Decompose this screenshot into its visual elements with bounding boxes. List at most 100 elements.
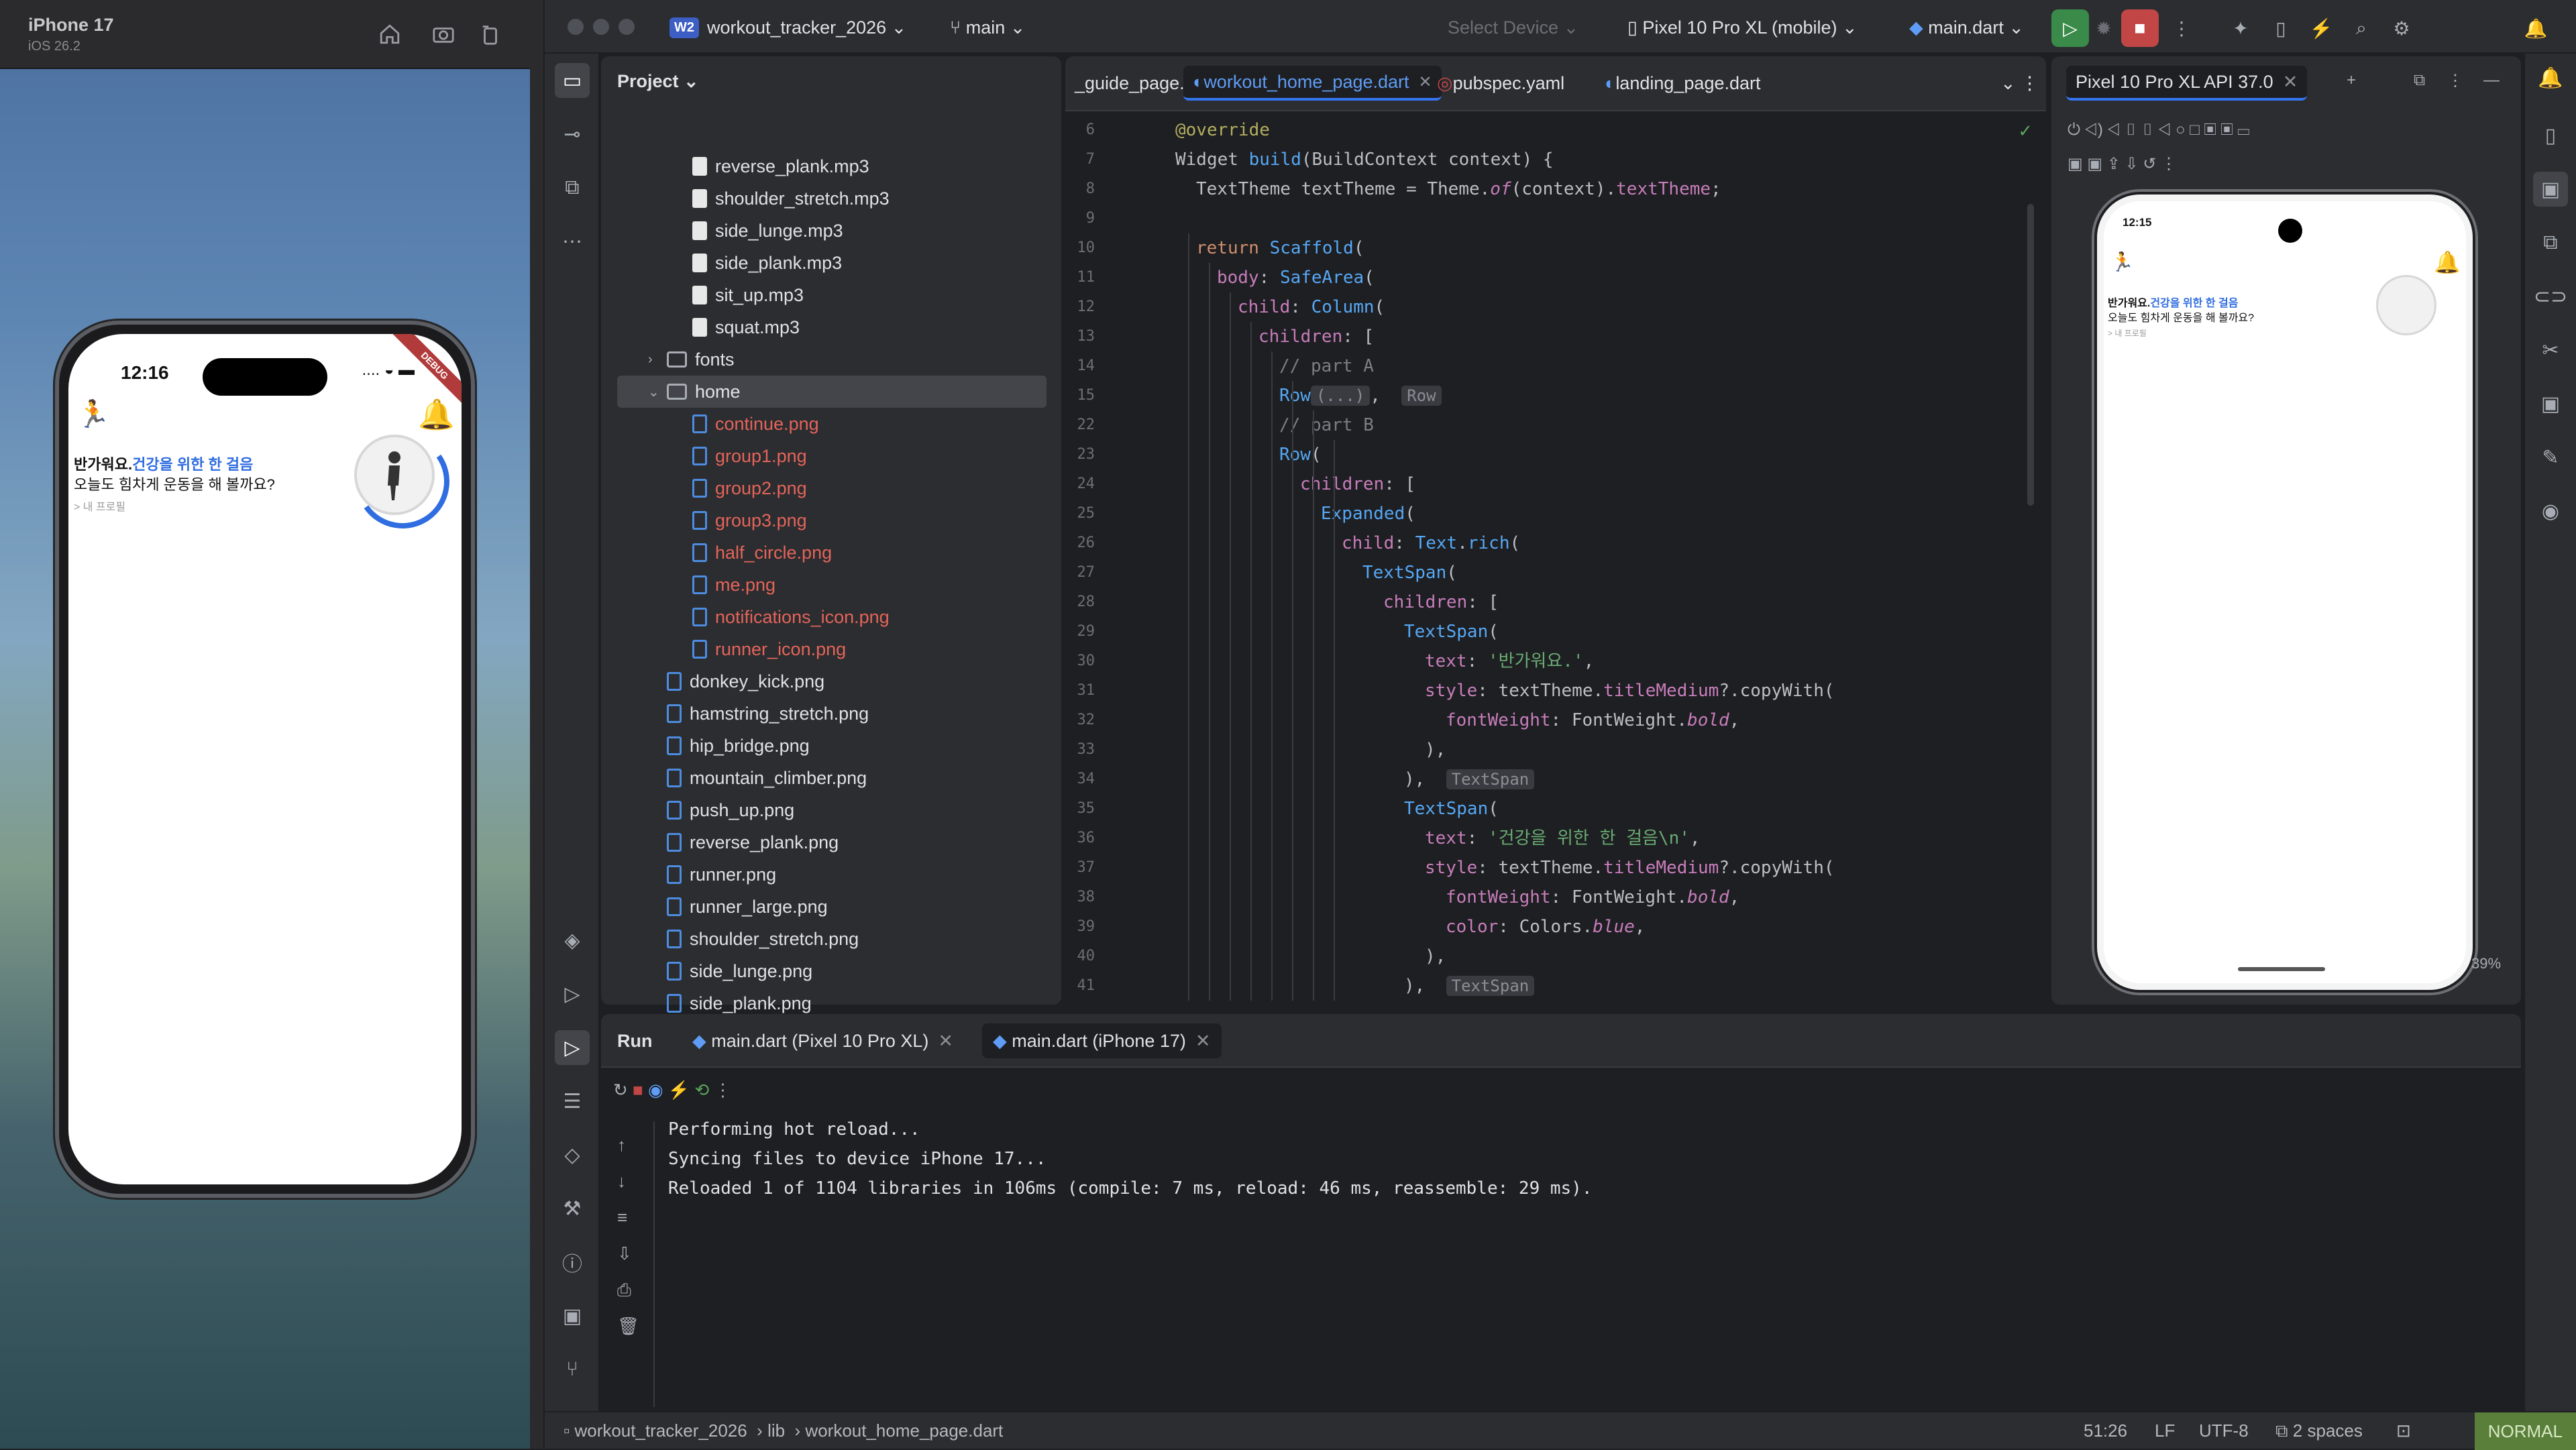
code-line[interactable]: child: Text.rich(	[1342, 528, 1520, 558]
code-line[interactable]: // part B	[1279, 410, 1374, 440]
code-line[interactable]: TextSpan(	[1362, 558, 1457, 588]
scroll-end-icon[interactable]: ⇩	[617, 1243, 632, 1264]
tree-item[interactable]: side_lunge.png	[601, 955, 1061, 987]
indent-setting[interactable]: ⧉ 2 spaces	[2275, 1420, 2363, 1442]
gallery-icon[interactable]: ▣	[2533, 386, 2568, 421]
avatar[interactable]	[2376, 275, 2436, 335]
project-tool-icon[interactable]: ▭	[555, 63, 590, 98]
runner-icon[interactable]: 🏃	[76, 398, 110, 430]
project-panel-title[interactable]: Project ⌄	[617, 71, 699, 92]
popout-icon[interactable]: ⧉	[2414, 71, 2425, 90]
chevron-icon[interactable]: ›	[648, 352, 661, 368]
print-icon[interactable]: ⎙	[617, 1280, 631, 1301]
breadcrumb-lib[interactable]: lib	[767, 1420, 785, 1441]
commit-tool-icon[interactable]: ⊸	[555, 117, 590, 152]
tree-item[interactable]: continue.png	[601, 408, 1061, 440]
code-line[interactable]: @override	[1175, 115, 1270, 145]
tree-item[interactable]: runner.png	[601, 858, 1061, 891]
debug-icon[interactable]: ✹	[2085, 9, 2123, 47]
tab-overflow-icon[interactable]: ⌄ ⋮	[1991, 66, 2046, 101]
close-icon[interactable]: ✕	[938, 1031, 953, 1052]
close-icon[interactable]: ✕	[1195, 1031, 1211, 1052]
editor-scrollbar[interactable]	[2027, 204, 2034, 506]
code-line[interactable]: Row(	[1279, 440, 1322, 469]
code-line[interactable]: color: Colors.blue,	[1446, 912, 1645, 942]
search-icon[interactable]: ⌕	[2343, 9, 2380, 47]
device-explorer-icon[interactable]: ▯	[2533, 118, 2568, 153]
more-tools-icon[interactable]: ⋯	[555, 224, 590, 259]
code-line[interactable]: child: Column(	[1238, 292, 1385, 322]
settings-icon[interactable]: ⚙	[2383, 9, 2420, 47]
flutter-inspector-icon[interactable]: ◈	[555, 923, 590, 958]
code-line[interactable]: body: SafeArea(	[1217, 263, 1375, 292]
edit-icon[interactable]: ✎	[2533, 440, 2568, 475]
code-line[interactable]: text: '반가워요.',	[1425, 647, 1594, 676]
notifications-icon[interactable]: 🔔	[2517, 9, 2555, 47]
tree-item[interactable]: reverse_plank.png	[601, 826, 1061, 858]
code-line[interactable]: ), TextSpan	[1404, 765, 1535, 794]
my-profile-link[interactable]: > 내 프로필	[2108, 327, 2147, 339]
inspector-icon[interactable]: ◉	[2533, 494, 2568, 528]
code-line[interactable]: children: [	[1258, 322, 1374, 351]
code-line[interactable]: TextTheme textTheme = Theme.of(context).…	[1196, 174, 1721, 204]
minimize-icon[interactable]: —	[2483, 71, 2500, 90]
notifications-icon[interactable]: 🔔	[2533, 60, 2568, 95]
scroll-down-icon[interactable]: ↓	[617, 1171, 626, 1192]
code-line[interactable]: ),	[1425, 735, 1446, 765]
editor-tab[interactable]: ◐ landing_page.dart	[1595, 66, 1770, 101]
code-line[interactable]: fontWeight: FontWeight.bold,	[1446, 883, 1739, 912]
structure-tool-icon[interactable]: ⧉	[555, 170, 590, 205]
tree-item[interactable]: ⌄ home	[617, 376, 1046, 408]
device-manager-icon[interactable]: ▯	[2262, 9, 2300, 47]
tree-item[interactable]: mountain_climber.png	[601, 762, 1061, 794]
code-line[interactable]: style: textTheme.titleMedium?.copyWith(	[1425, 676, 1835, 706]
runner-icon[interactable]: 🏃	[2110, 251, 2134, 273]
run-tab-pixel[interactable]: ◆ main.dart (Pixel 10 Pro XL) ✕	[682, 1023, 964, 1058]
code-line[interactable]: ),	[1425, 942, 1446, 971]
tree-item[interactable]: squat.mp3	[601, 311, 1061, 343]
tree-item[interactable]: side_lunge.mp3	[601, 215, 1061, 247]
tree-item[interactable]: › fonts	[601, 343, 1061, 376]
code-line[interactable]: ), TextSpan	[1404, 971, 1535, 1001]
code-line[interactable]: Expanded(	[1321, 499, 1415, 528]
run-tool-icon[interactable]: ▷	[555, 1030, 590, 1065]
breadcrumb-file[interactable]: workout_home_page.dart	[805, 1420, 1003, 1441]
zoom-dot[interactable]	[619, 19, 635, 35]
tools-icon[interactable]: ✂	[2533, 333, 2568, 368]
scroll-up-icon[interactable]: ↑	[617, 1135, 626, 1156]
lock-icon[interactable]: ⊡	[2396, 1420, 2411, 1441]
window-controls[interactable]	[568, 19, 635, 35]
screenshot-icon[interactable]	[429, 20, 458, 48]
tree-item[interactable]: side_plank.mp3	[601, 247, 1061, 279]
tree-item[interactable]: group2.png	[601, 472, 1061, 504]
add-device-icon[interactable]: +	[2347, 71, 2356, 90]
emulator-tab[interactable]: Pixel 10 Pro XL API 37.0 ✕	[2066, 66, 2308, 101]
code-line[interactable]: TextSpan(	[1404, 617, 1499, 647]
select-device-dropdown[interactable]: Select Device ⌄	[1448, 13, 1578, 42]
chevron-icon[interactable]: ⌄	[648, 384, 661, 400]
home-indicator[interactable]	[2238, 967, 2325, 971]
android-emulator-screen[interactable]: 12:15 🏃 🔔 반가워요.건강을 위한 한 걸음 오늘도 힘차게 운동을 해…	[2097, 194, 2473, 990]
editor-tab[interactable]: ◐ workout_home_page.dart ✕	[1183, 66, 1442, 101]
iphone-screen[interactable]: 12:16 .... ◒ ▬ DEBUG 🏃 🔔 반가워요.건강을 위한 한 걸…	[68, 334, 462, 1184]
link-icon[interactable]: ⊂⊃	[2533, 279, 2568, 314]
file-encoding[interactable]: UTF-8	[2199, 1420, 2249, 1441]
tree-item[interactable]: push_up.png	[601, 794, 1061, 826]
tree-item[interactable]: group1.png	[601, 440, 1061, 472]
console-output[interactable]: Performing hot reload... Syncing files to…	[668, 1115, 1593, 1203]
home-icon[interactable]	[376, 20, 404, 48]
tree-item[interactable]: me.png	[601, 569, 1061, 601]
hot-reload-icon[interactable]: ⚡	[2302, 9, 2340, 47]
project-switcher[interactable]: W2 workout_tracker_2026 ⌄	[669, 13, 906, 42]
my-profile-link[interactable]: > 내 프로필	[74, 498, 125, 514]
device-dropdown[interactable]: ▯ Pixel 10 Pro XL (mobile) ⌄	[1627, 13, 1858, 42]
tree-item[interactable]: runner_large.png	[601, 891, 1061, 923]
notifications-icon[interactable]: 🔔	[418, 397, 455, 432]
soft-wrap-icon[interactable]: ≡	[617, 1207, 627, 1228]
trash-icon[interactable]: 🗑	[617, 1316, 639, 1337]
problems-icon[interactable]: ⓘ	[555, 1245, 590, 1280]
code-line[interactable]: TextSpan(	[1404, 794, 1499, 824]
terminal-icon[interactable]: ▣	[555, 1298, 590, 1333]
tree-item[interactable]: notifications_icon.png	[601, 601, 1061, 633]
run-tab-iphone[interactable]: ◆ main.dart (iPhone 17) ✕	[982, 1023, 1222, 1058]
